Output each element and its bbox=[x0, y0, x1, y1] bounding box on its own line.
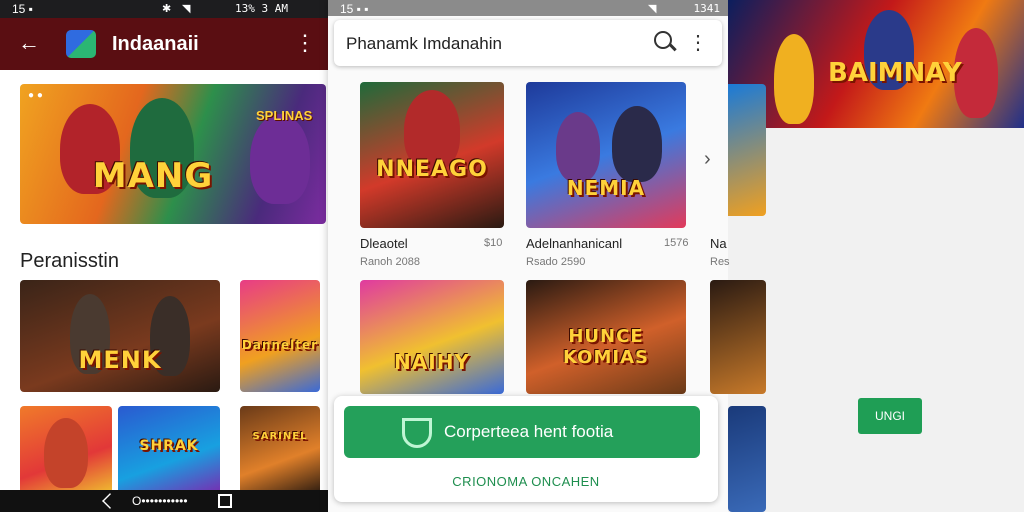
ok-button[interactable]: UNGI bbox=[858, 398, 922, 434]
wifi-icon: ◥ bbox=[182, 3, 191, 15]
peek-sub: Res bbox=[710, 256, 730, 268]
right-banner[interactable]: BAIMNAY bbox=[728, 0, 1024, 128]
right-panel: BAIMNAY Na Res UNGI bbox=[710, 0, 1024, 512]
search-icon[interactable] bbox=[654, 31, 672, 49]
peek-tile[interactable] bbox=[710, 280, 766, 394]
secondary-link[interactable]: CRIONOMA ONCAHEN bbox=[334, 474, 718, 489]
game-name: Dleaotel bbox=[360, 236, 408, 251]
nav-back-icon[interactable] bbox=[102, 493, 118, 509]
system-nav-bar: Ο••••••••••• bbox=[0, 490, 328, 512]
game-card-art[interactable]: NEMIA bbox=[526, 82, 686, 228]
nav-recents-icon[interactable] bbox=[218, 494, 232, 508]
status-left-icons: 15 ▪ ▪ bbox=[340, 2, 369, 16]
install-card: Corperteea hent footia CRIONOMA ONCAHEN bbox=[334, 396, 718, 502]
more-vert-icon[interactable]: ⋮ bbox=[294, 30, 316, 56]
bluetooth-icon: ✱ bbox=[162, 3, 172, 15]
game-card-art[interactable]: NAIHY bbox=[360, 280, 504, 394]
character-figure bbox=[774, 34, 814, 124]
game-caption: HUNCE KOMIAS bbox=[563, 326, 649, 368]
game-card-art[interactable]: NNEAGO bbox=[360, 82, 504, 228]
section-title: Peranisstin bbox=[20, 250, 119, 272]
status-time: 1341 bbox=[693, 2, 721, 15]
status-left-icons: 15 ▪ bbox=[12, 2, 33, 16]
banner-badge: ● ● bbox=[28, 90, 43, 101]
chevron-right-icon[interactable]: › bbox=[704, 148, 711, 171]
banner-caption: BAIMNAY bbox=[828, 58, 962, 88]
app-title: Indaanaii bbox=[112, 33, 199, 55]
game-card-art[interactable]: HUNCE KOMIAS bbox=[526, 280, 686, 394]
banner-subcaption: SPLINAS bbox=[256, 108, 313, 123]
game-tile[interactable]: SHRAK bbox=[118, 406, 220, 494]
app-logo-icon bbox=[66, 30, 96, 58]
install-button-label: Corperteea hent footia bbox=[444, 422, 614, 441]
game-size: $10 bbox=[484, 237, 503, 249]
game-size: 1576 bbox=[664, 237, 689, 249]
game-sub: Ranoh 2088 bbox=[360, 256, 420, 268]
tile-caption: Dannelter bbox=[241, 338, 319, 352]
tile-caption: MENK bbox=[78, 346, 162, 374]
app-bar: ← Indaanaii ⋮ bbox=[0, 18, 328, 70]
game-tile[interactable]: Dannelter bbox=[240, 280, 320, 392]
hero-banner[interactable]: ● ● SPLINAS MANG bbox=[20, 84, 326, 224]
wifi-icon: ◥ bbox=[648, 3, 657, 15]
game-tile[interactable]: MENK bbox=[20, 280, 220, 392]
game-caption: NAIHY bbox=[394, 350, 470, 374]
tile-caption: SARINEL bbox=[252, 431, 308, 442]
banner-caption: MANG bbox=[92, 156, 214, 196]
game-name: Adelnanhanicanl bbox=[526, 236, 623, 251]
game-tile[interactable] bbox=[20, 406, 112, 494]
middle-phone-screen: 15 ▪ ▪ ◥ 1341 Phanamk Imdanahin ⋮ NNEAGO… bbox=[328, 0, 728, 512]
status-time: 13% 3 AM bbox=[235, 2, 288, 15]
game-tile[interactable]: SARINEL bbox=[240, 406, 320, 494]
more-vert-icon[interactable]: ⋮ bbox=[688, 30, 708, 55]
peek-tile[interactable] bbox=[728, 84, 766, 216]
search-query[interactable]: Phanamk Imdanahin bbox=[346, 34, 502, 54]
tile-caption: SHRAK bbox=[139, 438, 199, 454]
character-figure bbox=[44, 418, 88, 488]
status-bar: 15 ▪ ▪ ◥ 1341 bbox=[328, 0, 728, 16]
peek-tile[interactable] bbox=[728, 406, 766, 512]
left-phone-screen: 15 ▪ ✱ ◥ 13% 3 AM ← Indaanaii ⋮ ● ● SPLI… bbox=[0, 0, 328, 512]
character-figure bbox=[612, 106, 662, 182]
game-sub: Rsado 2590 bbox=[526, 256, 586, 268]
install-button[interactable]: Corperteea hent footia bbox=[344, 406, 700, 458]
shield-icon bbox=[402, 418, 432, 448]
back-arrow-icon[interactable]: ← bbox=[18, 30, 40, 56]
peek-name: Na bbox=[710, 236, 727, 251]
game-caption: NEMIA bbox=[566, 176, 646, 200]
search-bar[interactable]: Phanamk Imdanahin ⋮ bbox=[334, 20, 722, 66]
character-figure bbox=[556, 112, 600, 182]
game-caption: NNEAGO bbox=[376, 157, 488, 182]
nav-label: Ο••••••••••• bbox=[132, 494, 188, 508]
status-bar: 15 ▪ ✱ ◥ 13% 3 AM bbox=[0, 0, 328, 18]
